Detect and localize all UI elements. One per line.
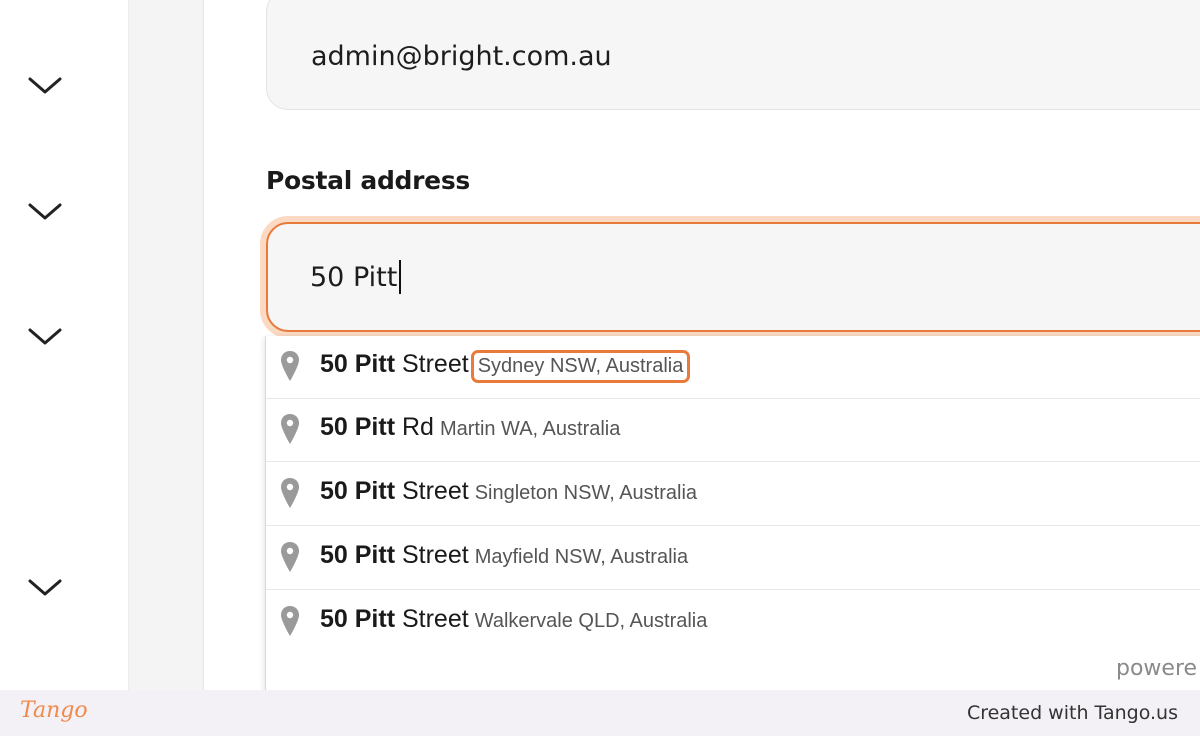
suggestion-rest: Street xyxy=(395,350,469,378)
suggestion-match: 50 Pitt xyxy=(320,350,396,378)
suggestion-secondary: Walkervale QLD, Australia xyxy=(474,610,708,632)
postal-address-input[interactable]: 50 Pitt xyxy=(266,222,1200,332)
email-value: admin@bright.com.au xyxy=(311,41,612,72)
suggestion-rest: Street xyxy=(395,477,469,505)
suggestion-item[interactable]: 50 Pitt Street Mayfield NSW, Australia xyxy=(266,527,1200,590)
gutter xyxy=(129,0,204,690)
map-pin-icon xyxy=(280,477,300,509)
map-pin-icon xyxy=(280,350,300,382)
form-content: admin@bright.com.au Postal address 50 Pi… xyxy=(204,0,1200,692)
suggestion-text: 50 Pitt Street Walkervale QLD, Australia xyxy=(320,605,707,634)
suggestion-item[interactable]: 50 Pitt Street Singleton NSW, Australia xyxy=(266,463,1200,526)
suggestion-match: 50 Pitt xyxy=(320,605,396,633)
suggestion-secondary: Martin WA, Australia xyxy=(439,418,621,440)
map-pin-icon xyxy=(280,541,300,573)
created-with-text: Created with Tango.us xyxy=(966,702,1178,724)
suggestion-text: 50 Pitt Street Sydney NSW, Australia xyxy=(320,350,691,383)
email-field[interactable]: admin@bright.com.au xyxy=(266,0,1200,110)
map-pin-icon xyxy=(280,413,300,445)
postal-address-label: Postal address xyxy=(266,166,470,195)
suggestion-match: 50 Pitt xyxy=(320,477,396,505)
suggestion-rest: Rd xyxy=(395,413,434,441)
suggestion-secondary: Mayfield NSW, Australia xyxy=(474,546,689,568)
chevron-down-icon[interactable] xyxy=(28,202,62,222)
chevron-down-icon[interactable] xyxy=(28,327,62,347)
text-caret xyxy=(399,260,402,294)
suggestion-item[interactable]: 50 Pitt Street Sydney NSW, Australia xyxy=(266,336,1200,399)
map-pin-icon xyxy=(280,605,300,637)
suggestion-rest: Street xyxy=(395,605,469,633)
suggestion-match: 50 Pitt xyxy=(320,413,396,441)
postal-address-value-wrap: 50 Pitt xyxy=(310,260,402,294)
chevron-down-icon[interactable] xyxy=(28,578,62,598)
suggestion-text: 50 Pitt Rd Martin WA, Australia xyxy=(320,413,620,442)
suggestion-text: 50 Pitt Street Mayfield NSW, Australia xyxy=(320,541,688,570)
left-rail xyxy=(0,0,129,690)
suggestion-secondary: Sydney NSW, Australia xyxy=(470,350,691,383)
chevron-down-icon[interactable] xyxy=(28,76,62,96)
suggestion-text: 50 Pitt Street Singleton NSW, Australia xyxy=(320,477,697,506)
autocomplete-dropdown: 50 Pitt Street Sydney NSW, Australia 50 … xyxy=(265,336,1200,692)
tango-logo: Tango xyxy=(20,698,88,723)
suggestion-item[interactable]: 50 Pitt Street Walkervale QLD, Australia xyxy=(266,591,1200,654)
suggestion-match: 50 Pitt xyxy=(320,541,396,569)
suggestion-rest: Street xyxy=(395,541,469,569)
suggestion-item[interactable]: 50 Pitt Rd Martin WA, Australia xyxy=(266,399,1200,462)
postal-address-value: 50 Pitt xyxy=(310,261,398,293)
powered-by-text: powere xyxy=(1116,656,1198,681)
footer-bar: Tango Created with Tango.us xyxy=(0,690,1200,736)
suggestion-secondary: Singleton NSW, Australia xyxy=(474,482,698,504)
